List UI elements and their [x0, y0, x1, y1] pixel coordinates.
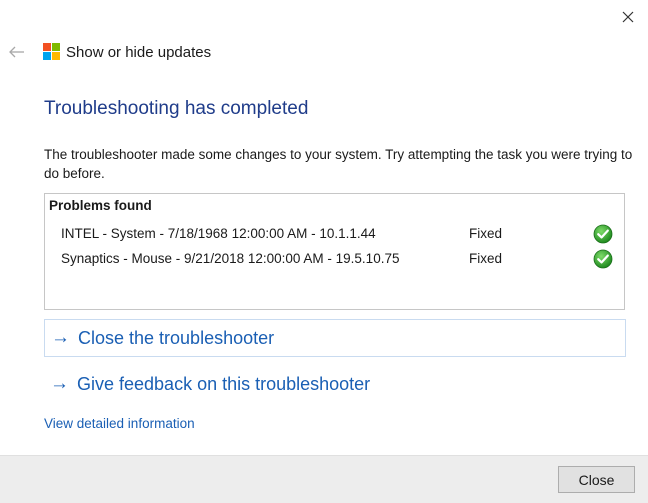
back-arrow-icon[interactable]	[8, 43, 26, 61]
window-title: Show or hide updates	[66, 44, 212, 61]
problem-status: Fixed	[469, 226, 503, 241]
close-icon[interactable]	[617, 6, 639, 28]
close-troubleshooter-link[interactable]: → Close the troubleshooter	[44, 319, 626, 357]
close-button[interactable]: Close	[558, 466, 635, 493]
give-feedback-link[interactable]: → Give feedback on this troubleshooter	[44, 365, 370, 403]
view-detailed-information-link[interactable]: View detailed information	[44, 416, 195, 431]
problems-found-panel: Problems found INTEL - System - 7/18/196…	[44, 193, 625, 310]
result-description: The troubleshooter made some changes to …	[44, 147, 633, 181]
arrow-right-icon: →	[51, 327, 70, 348]
troubleshooter-window: Show or hide updates Troubleshooting has…	[0, 0, 648, 503]
problem-status: Fixed	[469, 251, 503, 266]
problem-name: INTEL - System - 7/18/1968 12:00:00 AM -…	[61, 226, 376, 241]
give-feedback-label: Give feedback on this troubleshooter	[77, 373, 371, 394]
check-icon	[593, 224, 613, 244]
problems-found-header: Problems found	[49, 198, 152, 213]
check-icon	[593, 249, 613, 269]
close-troubleshooter-label: Close the troubleshooter	[78, 327, 275, 348]
windows-logo-icon	[43, 43, 60, 60]
dialog-footer: Close	[0, 455, 648, 503]
problem-row: INTEL - System - 7/18/1968 12:00:00 AM -…	[45, 224, 624, 246]
arrow-right-icon: →	[50, 373, 69, 394]
problem-row: Synaptics - Mouse - 9/21/2018 12:00:00 A…	[45, 249, 624, 271]
problem-name: Synaptics - Mouse - 9/21/2018 12:00:00 A…	[61, 251, 400, 266]
page-title: Troubleshooting has completed	[44, 98, 309, 119]
